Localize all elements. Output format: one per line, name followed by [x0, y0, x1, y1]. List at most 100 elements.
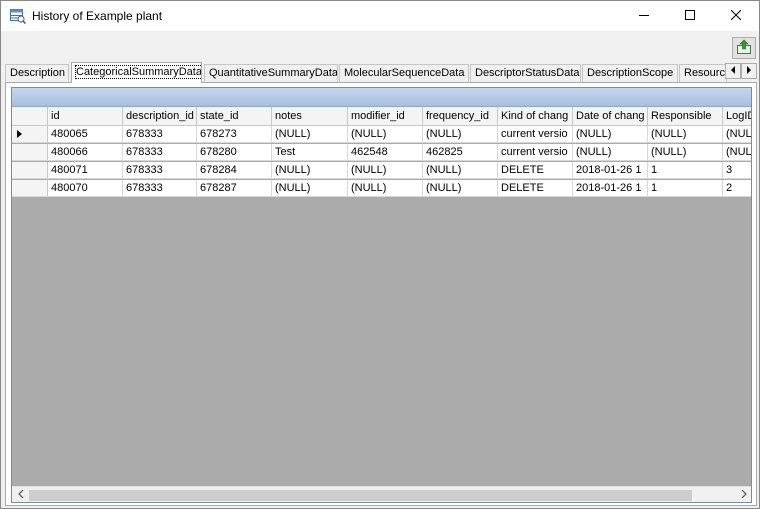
tab-label: CategoricalSummaryData [75, 65, 202, 79]
maximize-button[interactable] [667, 1, 713, 31]
scroll-right-button[interactable] [735, 487, 751, 502]
table-row[interactable]: 480065 678333 678273 (NULL) (NULL) (NULL… [12, 126, 751, 143]
cell-notes[interactable]: Test [272, 144, 348, 160]
history-table-icon [10, 9, 27, 25]
cell-notes[interactable]: (NULL) [272, 126, 348, 142]
scroll-left-button[interactable] [12, 487, 29, 502]
tab-strip: Description CategoricalSummaryData Quant… [5, 62, 757, 83]
cell-log-id[interactable]: 3 [723, 162, 751, 178]
cell-description-id[interactable]: 678333 [123, 180, 197, 196]
column-header-log-id[interactable]: LogID [723, 107, 751, 125]
cell-date-of-change[interactable]: (NULL) [573, 144, 648, 160]
table-row[interactable]: 480070 678333 678287 (NULL) (NULL) (NULL… [12, 180, 751, 197]
cell-log-id[interactable]: (NULL) [723, 126, 751, 142]
row-header[interactable] [12, 162, 48, 178]
tab-scroll-left-button[interactable] [725, 63, 741, 79]
cell-notes[interactable]: (NULL) [272, 180, 348, 196]
tab-molecular-sequence-data[interactable]: MolecularSequenceData [339, 64, 469, 82]
column-header-state-id[interactable]: state_id [197, 107, 272, 125]
top-left-header-cell [12, 107, 48, 125]
cell-modifier-id[interactable]: (NULL) [348, 126, 423, 142]
tab-descriptor-status-data[interactable]: DescriptorStatusData [470, 64, 581, 82]
title-bar: History of Example plant [1, 1, 759, 31]
grid-header-row: id description_id state_id notes modifie… [12, 107, 751, 126]
cell-state-id[interactable]: 678273 [197, 126, 272, 142]
cell-kind-of-change[interactable]: current versio [498, 144, 573, 160]
scrollbar-thumb[interactable] [29, 490, 692, 501]
row-header[interactable] [12, 180, 48, 196]
cell-modifier-id[interactable]: (NULL) [348, 180, 423, 196]
column-header-date-of-change[interactable]: Date of chang [573, 107, 648, 125]
tab-panel: id description_id state_id notes modifie… [5, 82, 757, 506]
cell-responsible[interactable]: (NULL) [648, 126, 723, 142]
tab-label: QuantitativeSummaryData [209, 67, 338, 79]
chevron-left-icon [17, 489, 24, 501]
cell-description-id[interactable]: 678333 [123, 144, 197, 160]
column-header-notes[interactable]: notes [272, 107, 348, 125]
export-icon [736, 39, 752, 58]
tab-label: DescriptionScope [587, 67, 674, 79]
row-header[interactable] [12, 126, 48, 142]
tab-label: Resourc [684, 67, 725, 79]
tab-resources[interactable]: Resourc [679, 64, 727, 82]
tab-label: DescriptorStatusData [475, 67, 580, 79]
current-row-pointer-icon [17, 130, 22, 138]
horizontal-scrollbar[interactable] [12, 486, 751, 502]
tab-categorical-summary-data[interactable]: CategoricalSummaryData [71, 62, 202, 83]
chevron-left-icon [730, 66, 736, 76]
cell-state-id[interactable]: 678284 [197, 162, 272, 178]
column-header-modifier-id[interactable]: modifier_id [348, 107, 423, 125]
cell-id[interactable]: 480066 [48, 144, 123, 160]
data-grid[interactable]: id description_id state_id notes modifie… [11, 87, 752, 503]
column-header-responsible[interactable]: Responsible [648, 107, 723, 125]
cell-id[interactable]: 480071 [48, 162, 123, 178]
tab-label: Description [10, 67, 66, 79]
cell-modifier-id[interactable]: 462548 [348, 144, 423, 160]
cell-responsible[interactable]: 1 [648, 162, 723, 178]
chevron-right-icon [746, 66, 752, 76]
maximize-icon [685, 9, 695, 23]
cell-kind-of-change[interactable]: DELETE [498, 162, 573, 178]
column-header-frequency-id[interactable]: frequency_id [423, 107, 498, 125]
tab-label: MolecularSequenceData [344, 67, 465, 79]
cell-log-id[interactable]: (NULL) [723, 144, 751, 160]
cell-date-of-change[interactable]: 2018-01-26 1 [573, 162, 648, 178]
cell-id[interactable]: 480070 [48, 180, 123, 196]
row-header[interactable] [12, 144, 48, 160]
chevron-right-icon [741, 489, 747, 501]
cell-responsible[interactable]: (NULL) [648, 144, 723, 160]
cell-description-id[interactable]: 678333 [123, 162, 197, 178]
cell-kind-of-change[interactable]: DELETE [498, 180, 573, 196]
table-row[interactable]: 480066 678333 678280 Test 462548 462825 … [12, 144, 751, 161]
tab-description[interactable]: Description [5, 64, 69, 82]
cell-id[interactable]: 480065 [48, 126, 123, 142]
table-row[interactable]: 480071 678333 678284 (NULL) (NULL) (NULL… [12, 162, 751, 179]
cell-notes[interactable]: (NULL) [272, 162, 348, 178]
cell-log-id[interactable]: 2 [723, 180, 751, 196]
minimize-button[interactable] [621, 1, 667, 31]
column-header-description-id[interactable]: description_id [123, 107, 197, 125]
export-button[interactable] [732, 37, 756, 59]
cell-date-of-change[interactable]: (NULL) [573, 126, 648, 142]
tab-description-scope[interactable]: DescriptionScope [582, 64, 678, 82]
cell-state-id[interactable]: 678280 [197, 144, 272, 160]
cell-frequency-id[interactable]: (NULL) [423, 162, 498, 178]
minimize-icon [639, 10, 649, 23]
cell-responsible[interactable]: 1 [648, 180, 723, 196]
cell-date-of-change[interactable]: 2018-01-26 1 [573, 180, 648, 196]
cell-modifier-id[interactable]: (NULL) [348, 162, 423, 178]
column-header-kind-of-change[interactable]: Kind of chang [498, 107, 573, 125]
window-title: History of Example plant [32, 9, 163, 23]
close-icon [730, 9, 742, 23]
column-header-id[interactable]: id [48, 107, 123, 125]
history-window: History of Example plant Description Cat… [0, 0, 760, 509]
tab-scroll-right-button[interactable] [741, 63, 757, 79]
cell-state-id[interactable]: 678287 [197, 180, 272, 196]
cell-description-id[interactable]: 678333 [123, 126, 197, 142]
close-button[interactable] [713, 1, 759, 31]
cell-kind-of-change[interactable]: current versio [498, 126, 573, 142]
cell-frequency-id[interactable]: (NULL) [423, 126, 498, 142]
cell-frequency-id[interactable]: 462825 [423, 144, 498, 160]
tab-quantitative-summary-data[interactable]: QuantitativeSummaryData [204, 64, 338, 82]
cell-frequency-id[interactable]: (NULL) [423, 180, 498, 196]
